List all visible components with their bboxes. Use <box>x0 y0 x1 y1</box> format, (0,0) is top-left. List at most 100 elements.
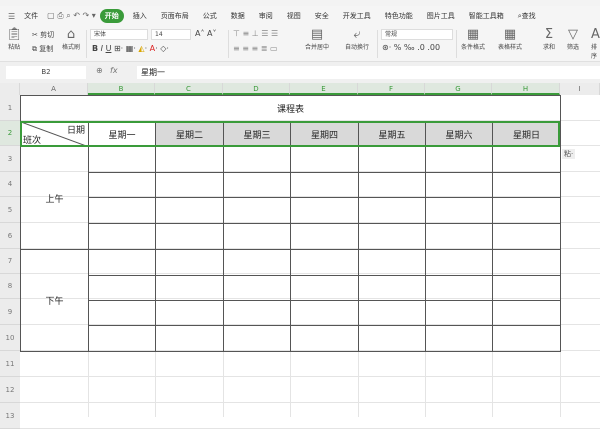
tab-review[interactable]: 审阅 <box>254 9 278 23</box>
tab-view[interactable]: 视图 <box>282 9 306 23</box>
tab-data[interactable]: 数据 <box>226 9 250 23</box>
schedule-cell[interactable] <box>88 172 156 198</box>
schedule-cell[interactable] <box>88 146 156 173</box>
schedule-cell[interactable] <box>223 197 291 224</box>
day-header-tuesday[interactable]: 星期二 <box>155 121 224 147</box>
schedule-cell[interactable] <box>358 146 426 173</box>
schedule-cell[interactable] <box>492 197 561 224</box>
schedule-cell[interactable] <box>155 275 224 301</box>
schedule-cell[interactable] <box>492 146 561 173</box>
menu-icon[interactable]: ☰ <box>8 12 15 21</box>
day-header-saturday[interactable]: 星期六 <box>425 121 493 147</box>
merge-center-button[interactable]: ▤ 合并居中 <box>305 28 329 52</box>
row-header-2[interactable]: 2 <box>0 121 20 146</box>
schedule-cell[interactable] <box>290 146 359 173</box>
schedule-cell[interactable] <box>492 325 561 352</box>
diagonal-header-cell[interactable]: 日期 班次 <box>20 121 89 147</box>
column-header-a[interactable]: A <box>20 83 88 95</box>
column-header-i[interactable]: I <box>560 83 600 95</box>
day-header-sunday[interactable]: 星期日 <box>492 121 561 147</box>
schedule-cell[interactable] <box>88 223 156 250</box>
schedule-cell[interactable] <box>223 275 291 301</box>
column-header-e[interactable]: E <box>290 83 358 95</box>
paste-options-button[interactable]: 粘· <box>562 149 576 159</box>
number-format-buttons[interactable]: ⊛· % ‰ .0 .00 <box>382 43 440 52</box>
row-header-12[interactable]: 12 <box>0 377 20 403</box>
column-header-h[interactable]: H <box>492 83 560 95</box>
column-header-d[interactable]: D <box>223 83 290 95</box>
schedule-cell[interactable] <box>290 197 359 224</box>
row-header-1[interactable]: 1 <box>0 95 20 121</box>
schedule-cell[interactable] <box>358 300 426 326</box>
schedule-cell[interactable] <box>358 249 426 276</box>
schedule-cell[interactable] <box>425 146 493 173</box>
schedule-cell[interactable] <box>155 146 224 173</box>
schedule-cell[interactable] <box>425 172 493 198</box>
align-buttons[interactable]: ⊤ ≡ ⊥ ☰ ☰ <box>233 29 278 38</box>
schedule-cell[interactable] <box>358 172 426 198</box>
column-header-c[interactable]: C <box>155 83 223 95</box>
column-header-b[interactable]: B <box>88 83 155 95</box>
schedule-cell[interactable] <box>492 275 561 301</box>
quick-access-icons[interactable]: ▢ ⎙ ⌕ ↶ ↷ ▾ <box>47 11 96 21</box>
halign-buttons[interactable]: ≡ ≡ ≡ ≣ ▭ <box>233 44 278 53</box>
tab-formulas[interactable]: 公式 <box>198 9 222 23</box>
schedule-cell[interactable] <box>358 223 426 250</box>
tab-smart-toolbox[interactable]: 智能工具箱 <box>464 9 509 23</box>
tab-insert[interactable]: 插入 <box>128 9 152 23</box>
font-size-buttons[interactable]: A˄ A˅ <box>195 29 217 38</box>
cut-button[interactable]: ✂ 剪切 <box>32 30 54 40</box>
schedule-cell[interactable] <box>425 275 493 301</box>
schedule-cell[interactable] <box>223 300 291 326</box>
formula-input[interactable]: 星期一 <box>137 66 600 79</box>
schedule-cell[interactable] <box>492 223 561 250</box>
schedule-cell[interactable] <box>223 249 291 276</box>
select-all-corner[interactable] <box>0 83 20 95</box>
schedule-cell[interactable] <box>155 249 224 276</box>
day-header-monday[interactable]: 星期一 <box>88 121 156 147</box>
schedule-cell[interactable] <box>358 325 426 352</box>
schedule-cell[interactable] <box>155 223 224 250</box>
schedule-cell[interactable] <box>425 325 493 352</box>
file-menu[interactable]: 文件 <box>19 9 43 23</box>
schedule-cell[interactable] <box>358 197 426 224</box>
day-header-friday[interactable]: 星期五 <box>358 121 426 147</box>
row-header-10[interactable]: 10 <box>0 325 20 351</box>
morning-cell[interactable]: 上午 <box>20 146 89 250</box>
tab-developer[interactable]: 开发工具 <box>338 9 376 23</box>
tab-features[interactable]: 特色功能 <box>380 9 418 23</box>
column-header-f[interactable]: F <box>358 83 425 95</box>
schedule-cell[interactable] <box>88 275 156 301</box>
row-header-7[interactable]: 7 <box>0 249 20 274</box>
schedule-cell[interactable] <box>290 300 359 326</box>
schedule-cell[interactable] <box>223 172 291 198</box>
filter-button[interactable]: ▽ 筛选 <box>567 28 579 52</box>
table-title[interactable]: 课程表 <box>20 95 561 122</box>
schedule-cell[interactable] <box>290 223 359 250</box>
afternoon-cell[interactable]: 下午 <box>20 249 89 352</box>
tab-home[interactable]: 开始 <box>99 9 124 23</box>
row-header-4[interactable]: 4 <box>0 172 20 197</box>
row-header-8[interactable]: 8 <box>0 274 20 299</box>
schedule-cell[interactable] <box>492 172 561 198</box>
fx-icon[interactable]: fx <box>110 66 118 75</box>
font-style-buttons[interactable]: B I U ⊞· ▦· ◭· A· ◇· <box>92 44 169 53</box>
schedule-cell[interactable] <box>492 249 561 276</box>
schedule-cell[interactable] <box>155 197 224 224</box>
schedule-cell[interactable] <box>425 223 493 250</box>
schedule-cell[interactable] <box>223 325 291 352</box>
schedule-cell[interactable] <box>88 197 156 224</box>
schedule-cell[interactable] <box>155 300 224 326</box>
font-size-select[interactable]: 14 <box>151 29 191 40</box>
day-header-thursday[interactable]: 星期四 <box>290 121 359 147</box>
schedule-cell[interactable] <box>425 197 493 224</box>
conditional-format-button[interactable]: ▦ 条件格式 <box>461 28 485 52</box>
schedule-cell[interactable] <box>425 300 493 326</box>
schedule-cell[interactable] <box>155 172 224 198</box>
schedule-cell[interactable] <box>223 146 291 173</box>
tab-security[interactable]: 安全 <box>310 9 334 23</box>
zoom-icon[interactable]: ⊕ <box>96 66 103 75</box>
column-header-g[interactable]: G <box>425 83 492 95</box>
schedule-cell[interactable] <box>425 249 493 276</box>
schedule-cell[interactable] <box>223 223 291 250</box>
